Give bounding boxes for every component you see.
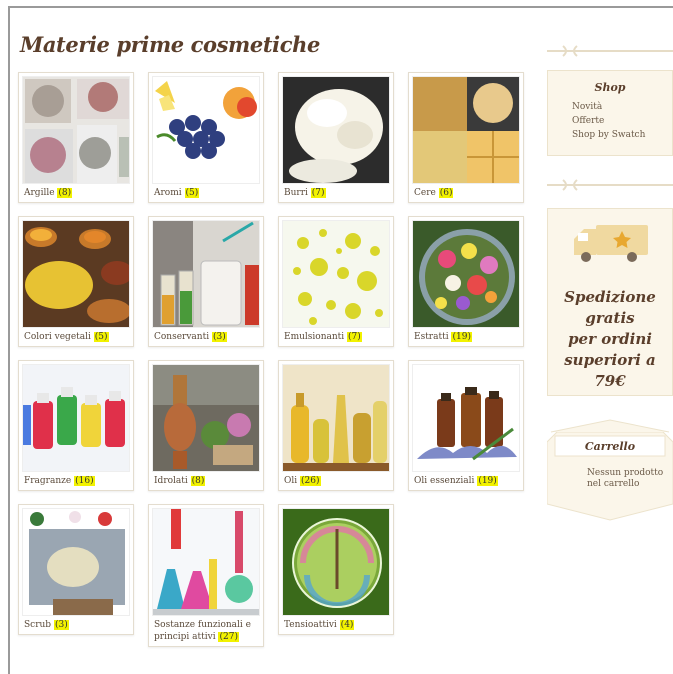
category-label: Scrub (3) bbox=[24, 620, 69, 630]
category-image-fragranze bbox=[22, 364, 130, 472]
count-badge: (4) bbox=[339, 620, 355, 630]
category-card-estratti[interactable]: Estratti (19) bbox=[408, 216, 524, 347]
count-badge: (8) bbox=[190, 476, 206, 486]
category-label: Conservanti (3) bbox=[154, 332, 227, 342]
cart-widget[interactable]: Carrello Nessun prodotto nel carrello bbox=[547, 418, 673, 522]
category-image-idrolati bbox=[152, 364, 260, 472]
category-image-oli-essenziali bbox=[412, 364, 520, 472]
truck-icon bbox=[570, 221, 650, 271]
category-card-cere[interactable]: Cere (6) bbox=[408, 72, 524, 203]
category-image-argille bbox=[22, 76, 130, 184]
count-badge: (5) bbox=[184, 188, 200, 198]
free-shipping-text: Spedizione gratis per ordini superiori a… bbox=[564, 288, 656, 390]
category-image-conservanti bbox=[152, 220, 260, 328]
shop-box: Shop Novità Offerte Shop by Swatch bbox=[547, 70, 673, 156]
category-card-scrub[interactable]: Scrub (3) bbox=[18, 504, 134, 635]
count-badge: (19) bbox=[451, 332, 472, 342]
ornament-divider bbox=[547, 44, 673, 58]
count-badge: (26) bbox=[300, 476, 321, 486]
count-badge: (7) bbox=[310, 188, 326, 198]
category-card-oli-essenziali[interactable]: Oli essenziali (19) bbox=[408, 360, 524, 491]
count-badge: (27) bbox=[218, 632, 239, 642]
category-image-emulsionanti bbox=[282, 220, 390, 328]
count-badge: (19) bbox=[477, 476, 498, 486]
page-frame-left bbox=[8, 6, 10, 674]
category-label: Aromi (5) bbox=[154, 188, 200, 198]
count-badge: (8) bbox=[57, 188, 73, 198]
category-image-colori-vegetali bbox=[22, 220, 130, 328]
category-grid: Argille (8) Aromi (5) Burri (7) Cere (6)… bbox=[18, 72, 538, 662]
free-shipping-banner[interactable]: Spedizione gratis per ordini superiori a… bbox=[547, 208, 673, 396]
category-card-idrolati[interactable]: Idrolati (8) bbox=[148, 360, 264, 491]
shop-menu: Novità Offerte Shop by Swatch bbox=[548, 100, 672, 142]
count-badge: (5) bbox=[93, 332, 109, 342]
category-label: Tensioattivi (4) bbox=[284, 620, 355, 630]
category-image-sostanze-funzionali bbox=[152, 508, 260, 616]
category-label: Burri (7) bbox=[284, 188, 326, 198]
shop-link-novita[interactable]: Novità bbox=[572, 100, 672, 114]
category-label: Emulsionanti (7) bbox=[284, 332, 362, 342]
shop-title: Shop bbox=[594, 81, 626, 94]
category-card-conservanti[interactable]: Conservanti (3) bbox=[148, 216, 264, 347]
count-badge: (3) bbox=[53, 620, 69, 630]
page-frame-top bbox=[8, 6, 673, 8]
category-image-estratti bbox=[412, 220, 520, 328]
category-image-tensioattivi bbox=[282, 508, 390, 616]
category-card-oli[interactable]: Oli (26) bbox=[278, 360, 394, 491]
category-card-fragranze[interactable]: Fragranze (16) bbox=[18, 360, 134, 491]
category-label: Oli (26) bbox=[284, 476, 321, 486]
count-badge: (16) bbox=[74, 476, 95, 486]
category-card-sostanze-funzionali[interactable]: Sostanze funzionali e principi attivi (2… bbox=[148, 504, 264, 647]
category-card-colori-vegetali[interactable]: Colori vegetali (5) bbox=[18, 216, 134, 347]
category-label: Colori vegetali (5) bbox=[24, 332, 109, 342]
ornament-divider bbox=[547, 178, 673, 192]
category-label: Estratti (19) bbox=[414, 332, 472, 342]
category-label: Cere (6) bbox=[414, 188, 454, 198]
category-image-scrub bbox=[22, 508, 130, 616]
category-card-tensioattivi[interactable]: Tensioattivi (4) bbox=[278, 504, 394, 635]
category-image-aromi bbox=[152, 76, 260, 184]
category-image-burri bbox=[282, 76, 390, 184]
shop-link-offerte[interactable]: Offerte bbox=[572, 114, 672, 128]
category-card-emulsionanti[interactable]: Emulsionanti (7) bbox=[278, 216, 394, 347]
category-card-argille[interactable]: Argille (8) bbox=[18, 72, 134, 203]
category-image-cere bbox=[412, 76, 520, 184]
category-label: Idrolati (8) bbox=[154, 476, 206, 486]
count-badge: (6) bbox=[438, 188, 454, 198]
category-label: Sostanze funzionali e principi attivi (2… bbox=[154, 620, 251, 642]
cart-empty-message: Nessun prodotto nel carrello bbox=[587, 468, 664, 489]
category-image-oli bbox=[282, 364, 390, 472]
category-label: Oli essenziali (19) bbox=[414, 476, 498, 486]
count-badge: (7) bbox=[347, 332, 362, 342]
count-badge: (3) bbox=[211, 332, 227, 342]
category-label: Argille (8) bbox=[24, 188, 73, 198]
cart-title: Carrello bbox=[584, 440, 636, 453]
shop-link-swatch[interactable]: Shop by Swatch bbox=[572, 128, 672, 142]
category-card-burri[interactable]: Burri (7) bbox=[278, 72, 394, 203]
category-card-aromi[interactable]: Aromi (5) bbox=[148, 72, 264, 203]
category-label: Fragranze (16) bbox=[24, 476, 95, 486]
page-title: Materie prime cosmetiche bbox=[20, 32, 320, 57]
